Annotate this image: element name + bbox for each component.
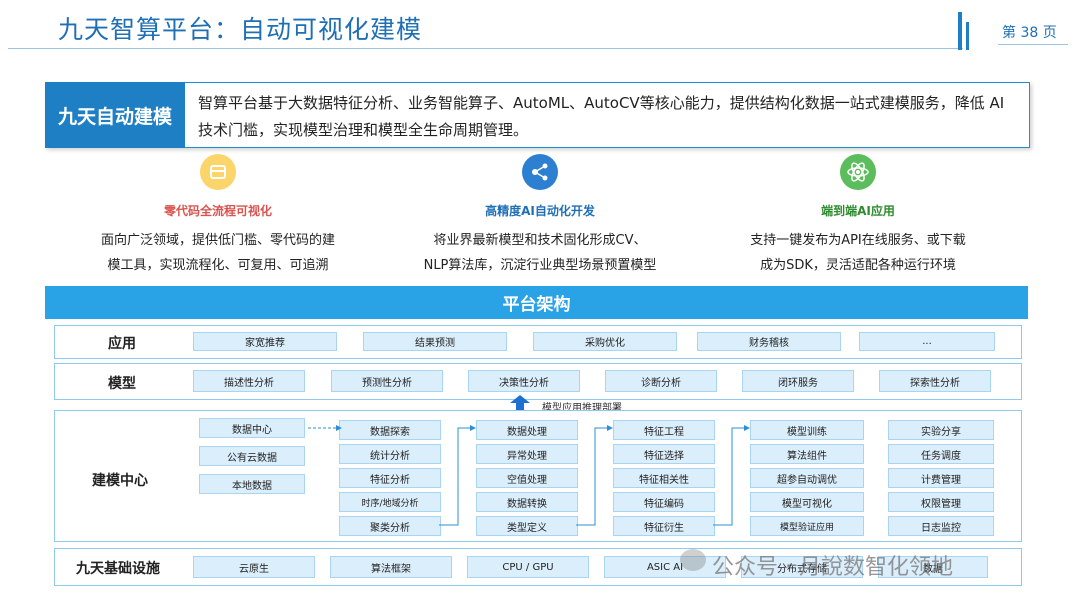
flow-arrowhead xyxy=(336,425,342,431)
app-item: 结果预测 xyxy=(363,332,507,351)
app-item: 家宽推荐 xyxy=(193,332,337,351)
ops-item: 日志监控 xyxy=(888,516,994,536)
model-item: 描述性分析 xyxy=(193,370,305,392)
flow-arrows xyxy=(308,425,750,526)
training-item: 模型可视化 xyxy=(750,492,864,512)
architecture-title: 平台架构 xyxy=(45,286,1028,319)
feature-desc-line: 将业界最新模型和技术固化形成CV、 xyxy=(433,233,647,248)
box-icon xyxy=(200,154,236,190)
feature-title-ai-dev: 高精度AI自动化开发 xyxy=(485,204,595,218)
accent-bar xyxy=(958,12,962,50)
feature-title-zero-code: 零代码全流程可视化 xyxy=(163,204,272,218)
network-icon xyxy=(522,154,558,190)
accent-bar-secondary xyxy=(966,22,969,50)
training-item: 模型训练 xyxy=(750,420,864,440)
model-item: 预测性分析 xyxy=(331,370,443,392)
ops-item: 实验分享 xyxy=(888,420,994,440)
feature-desc-line: 模工具，实现流程化、可复用、可追溯 xyxy=(107,258,329,273)
feature-desc-zero-code: 面向广泛领域，提供低门槛、零代码的建 模工具，实现流程化、可复用、可追溯 xyxy=(60,228,376,278)
model-item: 探索性分析 xyxy=(879,370,991,392)
infra-item: ASIC AI xyxy=(604,556,726,578)
feature-title-e2e: 端到端AI应用 xyxy=(821,204,895,218)
flow-arrowhead xyxy=(607,425,613,431)
flow-arrow xyxy=(713,427,748,526)
model-item: 诊断分析 xyxy=(605,370,717,392)
data-source-item: 本地数据 xyxy=(199,474,305,494)
page-title: 九天智算平台：自动可视化建模 xyxy=(58,15,423,44)
flow-arrowhead xyxy=(744,425,750,431)
page-number-underline xyxy=(998,44,1068,45)
flow-arrow xyxy=(439,427,474,526)
model-layer-label: 模型 xyxy=(108,376,136,392)
title-divider xyxy=(8,48,963,49)
ops-item: 计费管理 xyxy=(888,468,994,488)
ops-item: 任务调度 xyxy=(888,444,994,464)
data-source-item: 公有云数据 xyxy=(199,446,305,466)
app-layer-label: 应用 xyxy=(108,336,136,352)
feature-desc-line: 支持一键发布为API在线服务、或下载 xyxy=(750,233,966,248)
app-item: 财务稽核 xyxy=(697,332,841,351)
intro-label: 九天自动建模 xyxy=(45,82,185,148)
infra-item: 算法框架 xyxy=(330,556,452,578)
flow-arrow xyxy=(576,427,611,526)
ops-item: 权限管理 xyxy=(888,492,994,512)
flow-arrowhead xyxy=(470,425,476,431)
feature-desc-line: NLP算法库，沉淀行业典型场景预置模型 xyxy=(423,258,657,273)
atom-icon xyxy=(840,154,876,190)
feature-desc-ai-dev: 将业界最新模型和技术固化形成CV、 NLP算法库，沉淀行业典型场景预置模型 xyxy=(378,228,702,278)
feature-desc-line: 成为SDK，灵活适配各种运行环境 xyxy=(760,258,956,273)
infra-layer-label: 九天基础设施 xyxy=(76,561,160,577)
app-item: ... xyxy=(859,332,995,351)
feature-desc-e2e: 支持一键发布为API在线服务、或下载 成为SDK，灵活适配各种运行环境 xyxy=(700,228,1016,278)
training-item: 算法组件 xyxy=(750,444,864,464)
infra-item: 云原生 xyxy=(193,556,315,578)
watermark: 公众号 · 月說数智化领地 xyxy=(712,555,953,580)
data-source-item: 数据中心 xyxy=(199,418,305,438)
modeling-center-label: 建模中心 xyxy=(92,473,148,489)
infra-item: CPU / GPU xyxy=(467,556,589,578)
page-number: 第 38 页 xyxy=(1002,25,1057,41)
app-item: 采购优化 xyxy=(533,332,677,351)
training-item: 模型验证应用 xyxy=(750,516,864,536)
training-item: 超参自动调优 xyxy=(750,468,864,488)
wechat-icon xyxy=(680,549,706,571)
model-item: 决策性分析 xyxy=(468,370,580,392)
intro-text: 智算平台基于大数据特征分析、业务智能算子、AutoML、AutoCV等核心能力，… xyxy=(198,94,1005,139)
model-item: 闭环服务 xyxy=(742,370,854,392)
feature-desc-line: 面向广泛领域，提供低门槛、零代码的建 xyxy=(100,233,335,248)
